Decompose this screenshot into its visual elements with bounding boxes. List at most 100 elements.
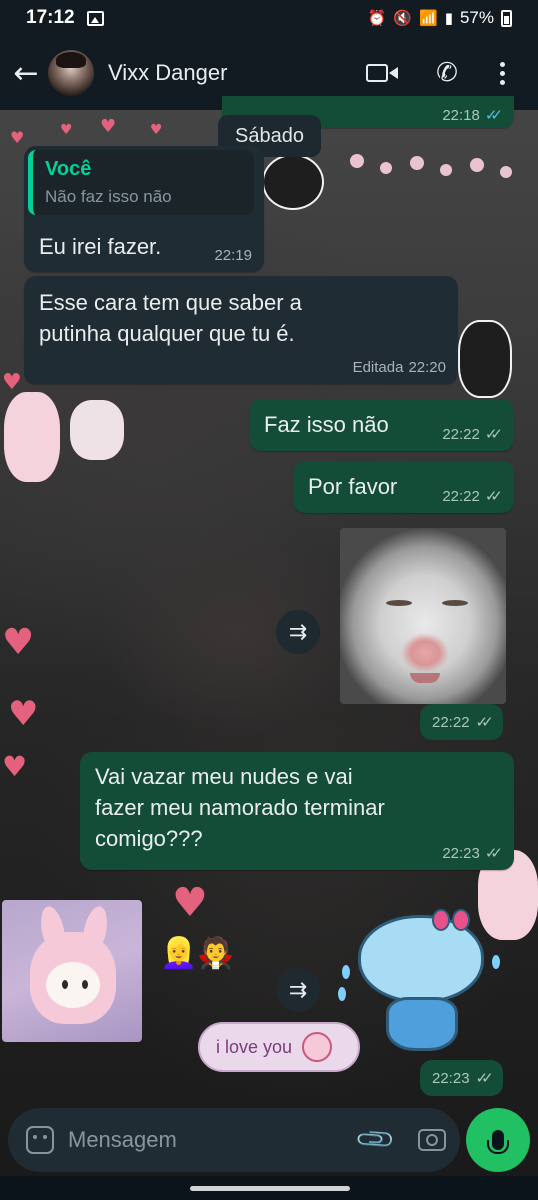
message-text: Eu irei fazer. xyxy=(39,234,162,259)
wifi-icon: 📶 xyxy=(419,9,438,27)
cat-eye xyxy=(386,600,412,606)
message-input[interactable] xyxy=(68,1127,360,1153)
delivered-ticks-icon: ✓✓ xyxy=(484,844,503,862)
charm-decoration xyxy=(380,162,392,174)
i-love-you-sticker[interactable]: i love you xyxy=(198,1022,360,1072)
my-melody-picture xyxy=(2,900,142,1042)
sticker-text: i love you xyxy=(216,1036,293,1057)
contact-avatar[interactable] xyxy=(48,50,94,96)
forward-button[interactable]: ⇉ xyxy=(276,968,320,1012)
forward-icon: ⇉ xyxy=(288,977,308,1003)
quoted-message[interactable]: Você Não faz isso não xyxy=(28,150,254,215)
quote-text: Não faz isso não xyxy=(45,187,172,206)
signal-icon: ▮ xyxy=(444,9,453,27)
message-meta: 22:18 ✓✓ xyxy=(442,106,503,124)
message-text: Faz isso não xyxy=(264,412,389,437)
message-meta: 22:23 ✓✓ xyxy=(442,844,503,862)
heart-decoration: ♥ xyxy=(2,622,35,663)
message-time: 22:18 xyxy=(442,106,480,124)
message-meta: 22:22 ✓✓ xyxy=(442,425,503,443)
message-text: Vai vazar meu nudes e vai fazer meu namo… xyxy=(95,761,385,854)
charm-decoration xyxy=(500,166,512,178)
mute-icon: 🔇 xyxy=(393,9,413,27)
phone-icon: ✆ xyxy=(436,58,458,88)
home-gesture-handle[interactable] xyxy=(190,1186,350,1191)
quote-author: Você xyxy=(45,158,92,180)
message-text-line: putinha qualquer que tu é. xyxy=(39,321,295,346)
microphone-icon xyxy=(487,1130,509,1154)
message-bubble-incoming[interactable]: Esse cara tem que saber a putinha qualqu… xyxy=(24,276,458,384)
status-bar: 17:12 ⏰ 🔇 📶 ▮ 57% xyxy=(0,0,538,36)
heart-decoration: ♥ xyxy=(8,694,39,734)
message-time: 22:22 xyxy=(442,487,480,505)
back-arrow-icon[interactable]: ← xyxy=(4,56,48,91)
read-ticks-icon: ✓✓ xyxy=(484,106,503,124)
heart-decoration: ♥ xyxy=(100,116,117,137)
heart-decoration: ♥ xyxy=(150,122,163,138)
message-meta: 22:23 ✓✓ xyxy=(420,1060,503,1096)
message-time: 22:22 xyxy=(442,425,480,443)
cat-eye xyxy=(442,600,468,606)
delivered-ticks-icon: ✓✓ xyxy=(484,425,503,443)
tear-drop xyxy=(342,965,350,979)
melody-face xyxy=(46,962,100,1008)
attach-icon[interactable]: 📎 xyxy=(354,1118,398,1162)
camera-icon[interactable] xyxy=(418,1129,446,1151)
delivered-ticks-icon: ✓✓ xyxy=(475,1069,494,1087)
charm-decoration xyxy=(410,156,424,170)
forward-button[interactable]: ⇉ xyxy=(276,610,320,654)
message-text-line: fazer meu namorado terminar xyxy=(95,795,385,820)
melody-eye xyxy=(82,980,88,989)
header-actions: ✆ xyxy=(348,48,538,98)
message-text-line: Esse cara tem que saber a xyxy=(39,290,302,315)
message-bubble-outgoing[interactable]: Vai vazar meu nudes e vai fazer meu namo… xyxy=(80,752,514,870)
message-bubble-incoming[interactable]: Você Não faz isso não Eu irei fazer. 22:… xyxy=(24,146,264,272)
edited-label: Editada xyxy=(352,359,404,376)
battery-icon xyxy=(501,9,512,27)
message-time: 22:19 xyxy=(214,247,252,264)
kuromi-decoration xyxy=(262,154,324,210)
melody-decoration xyxy=(4,392,60,482)
tear-drop xyxy=(338,987,346,1001)
delivered-ticks-icon: ✓✓ xyxy=(475,713,494,731)
menu-icon xyxy=(492,61,512,85)
message-meta: Editada 22:20 xyxy=(353,359,446,376)
message-bubble-outgoing[interactable]: Por favor 22:22 ✓✓ xyxy=(293,461,514,513)
gallery-icon xyxy=(86,10,104,26)
charm-decoration xyxy=(350,154,364,168)
sticker-emoji-icon[interactable] xyxy=(26,1126,54,1154)
voice-message-button[interactable] xyxy=(466,1108,530,1172)
kuromi-decoration xyxy=(70,400,124,460)
more-options-button[interactable] xyxy=(480,48,524,98)
message-meta: 22:22 ✓✓ xyxy=(442,487,503,505)
kitty-body xyxy=(386,997,458,1051)
message-meta: 22:19 xyxy=(214,247,252,264)
message-time: 22:23 xyxy=(442,844,480,862)
tear-drop xyxy=(492,955,500,969)
video-camera-icon xyxy=(366,64,398,82)
charm-decoration xyxy=(440,164,452,176)
kuromi-decoration xyxy=(458,320,512,398)
hello-kitty-crying-sticker[interactable] xyxy=(338,905,500,1055)
melody-face-icon xyxy=(302,1032,333,1062)
status-icons: ⏰ 🔇 📶 ▮ 57% xyxy=(368,8,512,28)
cat-photo[interactable] xyxy=(340,528,506,704)
kitty-bow xyxy=(432,909,472,935)
message-input-bar: 📎 xyxy=(8,1108,460,1172)
heart-decoration: ♥ xyxy=(2,370,22,395)
contact-name[interactable]: Vixx Danger xyxy=(108,60,227,86)
heart-decoration: ♥ xyxy=(172,880,208,926)
couple-emoji: 👱‍♀️🧛 xyxy=(160,936,235,971)
video-call-button[interactable] xyxy=(348,48,414,98)
message-time: 22:22 xyxy=(432,713,470,731)
heart-decoration: ♥ xyxy=(10,128,25,147)
message-bubble-outgoing[interactable]: Faz isso não 22:22 ✓✓ xyxy=(249,399,514,451)
message-time: 22:23 xyxy=(432,1069,470,1087)
cat-mouth xyxy=(410,673,440,683)
battery-percentage: 57% xyxy=(459,8,494,27)
message-meta: 22:22 ✓✓ xyxy=(420,704,503,740)
voice-call-button[interactable]: ✆ xyxy=(414,48,480,98)
forward-icon: ⇉ xyxy=(288,619,308,645)
heart-decoration: ♥ xyxy=(2,750,28,783)
melody-eye xyxy=(62,980,68,989)
